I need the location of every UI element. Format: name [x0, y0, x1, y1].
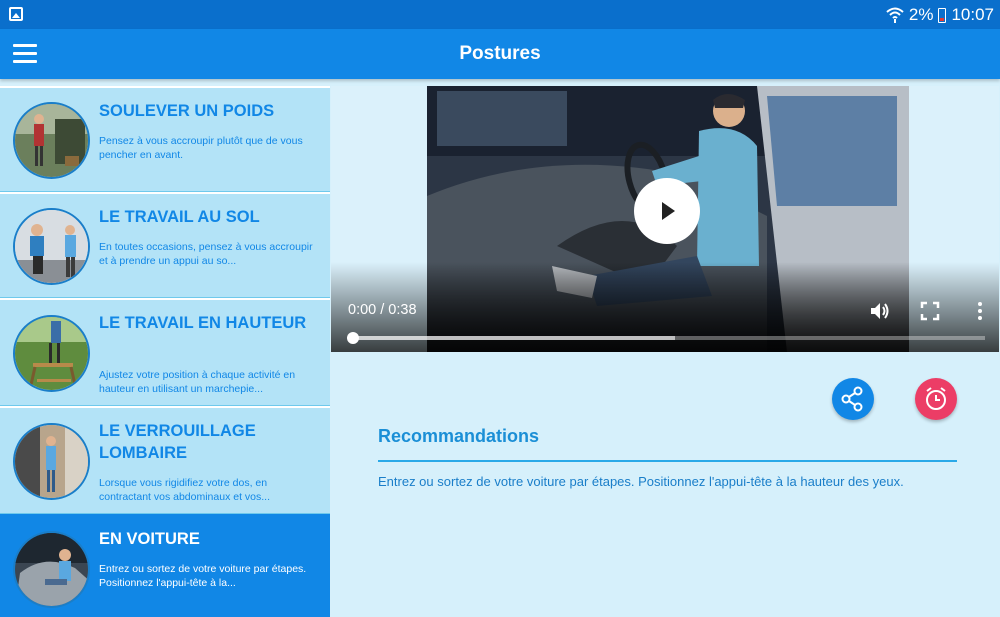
status-indicators: 2% 10:07 [885, 4, 994, 26]
clock: 10:07 [951, 5, 994, 24]
play-icon[interactable] [634, 178, 700, 244]
wifi-icon [886, 7, 904, 23]
thumbnail-height-work-image [13, 315, 90, 392]
card-title: SOULEVER UN POIDS [99, 102, 275, 120]
postures-list[interactable]: SOULEVER UN POIDS Pensez à vous accroupi… [0, 86, 330, 617]
video-time: 0:00 / 0:38 [348, 302, 417, 318]
list-item-en-voiture[interactable]: EN VOITURE Entrez ou sortez de votre voi… [0, 514, 330, 617]
more-vert-icon[interactable] [969, 300, 991, 322]
list-item-le-travail-au-sol[interactable]: LE TRAVAIL AU SOL En toutes occasions, p… [0, 192, 330, 298]
status-bar: 2% 10:07 [0, 0, 1000, 29]
share-button[interactable] [832, 378, 874, 420]
battery-percent: 2% [908, 5, 934, 24]
thumbnail-lumbar-lock-image [13, 423, 90, 500]
list-item-soulever-un-poids[interactable]: SOULEVER UN POIDS Pensez à vous accroupi… [0, 86, 330, 192]
card-title: LE TRAVAIL AU SOL [99, 208, 260, 226]
card-description: En toutes occasions, pensez à vous accro… [99, 241, 313, 267]
video-buffer-bar [353, 336, 676, 340]
alarm-button[interactable] [915, 378, 957, 420]
card-title: EN VOITURE [99, 530, 200, 548]
card-title: LE TRAVAIL EN HAUTEUR [99, 314, 307, 332]
video-player[interactable]: 0:00 / 0:38 [331, 86, 999, 352]
recommendations-heading: Recommandations [378, 426, 540, 446]
battery-icon [938, 7, 947, 23]
thumbnail-floor-work-image [13, 208, 90, 285]
card-title: LE VERROUILLAGE LOMBAIRE [99, 422, 256, 462]
list-item-le-verrouillage-lombaire[interactable]: LE VERROUILLAGE LOMBAIRE Lorsque vous ri… [0, 406, 330, 514]
alarm-clock-icon [926, 387, 946, 410]
video-progress-bar[interactable] [347, 332, 985, 344]
volume-icon[interactable] [868, 300, 890, 322]
thumbnail-car-image [13, 531, 90, 608]
fullscreen-icon[interactable] [919, 300, 941, 322]
page-title: Postures [459, 43, 541, 64]
recommendations-text: Entrez ou sortez de votre voiture par ét… [378, 474, 904, 489]
detail-panel: 0:00 / 0:38 Recommandations Entrez ou so… [330, 86, 1000, 617]
app-bar: Postures [0, 29, 1000, 79]
video-scrubber-handle[interactable] [347, 332, 359, 344]
list-item-le-travail-en-hauteur[interactable]: LE TRAVAIL EN HAUTEUR Ajustez votre posi… [0, 298, 330, 406]
thumbnail-lifting-image [13, 102, 90, 179]
gallery-icon [9, 7, 23, 21]
card-description: Lorsque vous rigidifiez votre dos, en co… [99, 477, 271, 503]
card-description: Pensez à vous accroupir plutôt que de vo… [99, 135, 303, 161]
share-icon [841, 386, 863, 412]
card-description: Ajustez votre position à chaque activité… [99, 369, 296, 395]
card-description: Entrez ou sortez de votre voiture par ét… [99, 563, 307, 589]
divider [378, 460, 957, 462]
